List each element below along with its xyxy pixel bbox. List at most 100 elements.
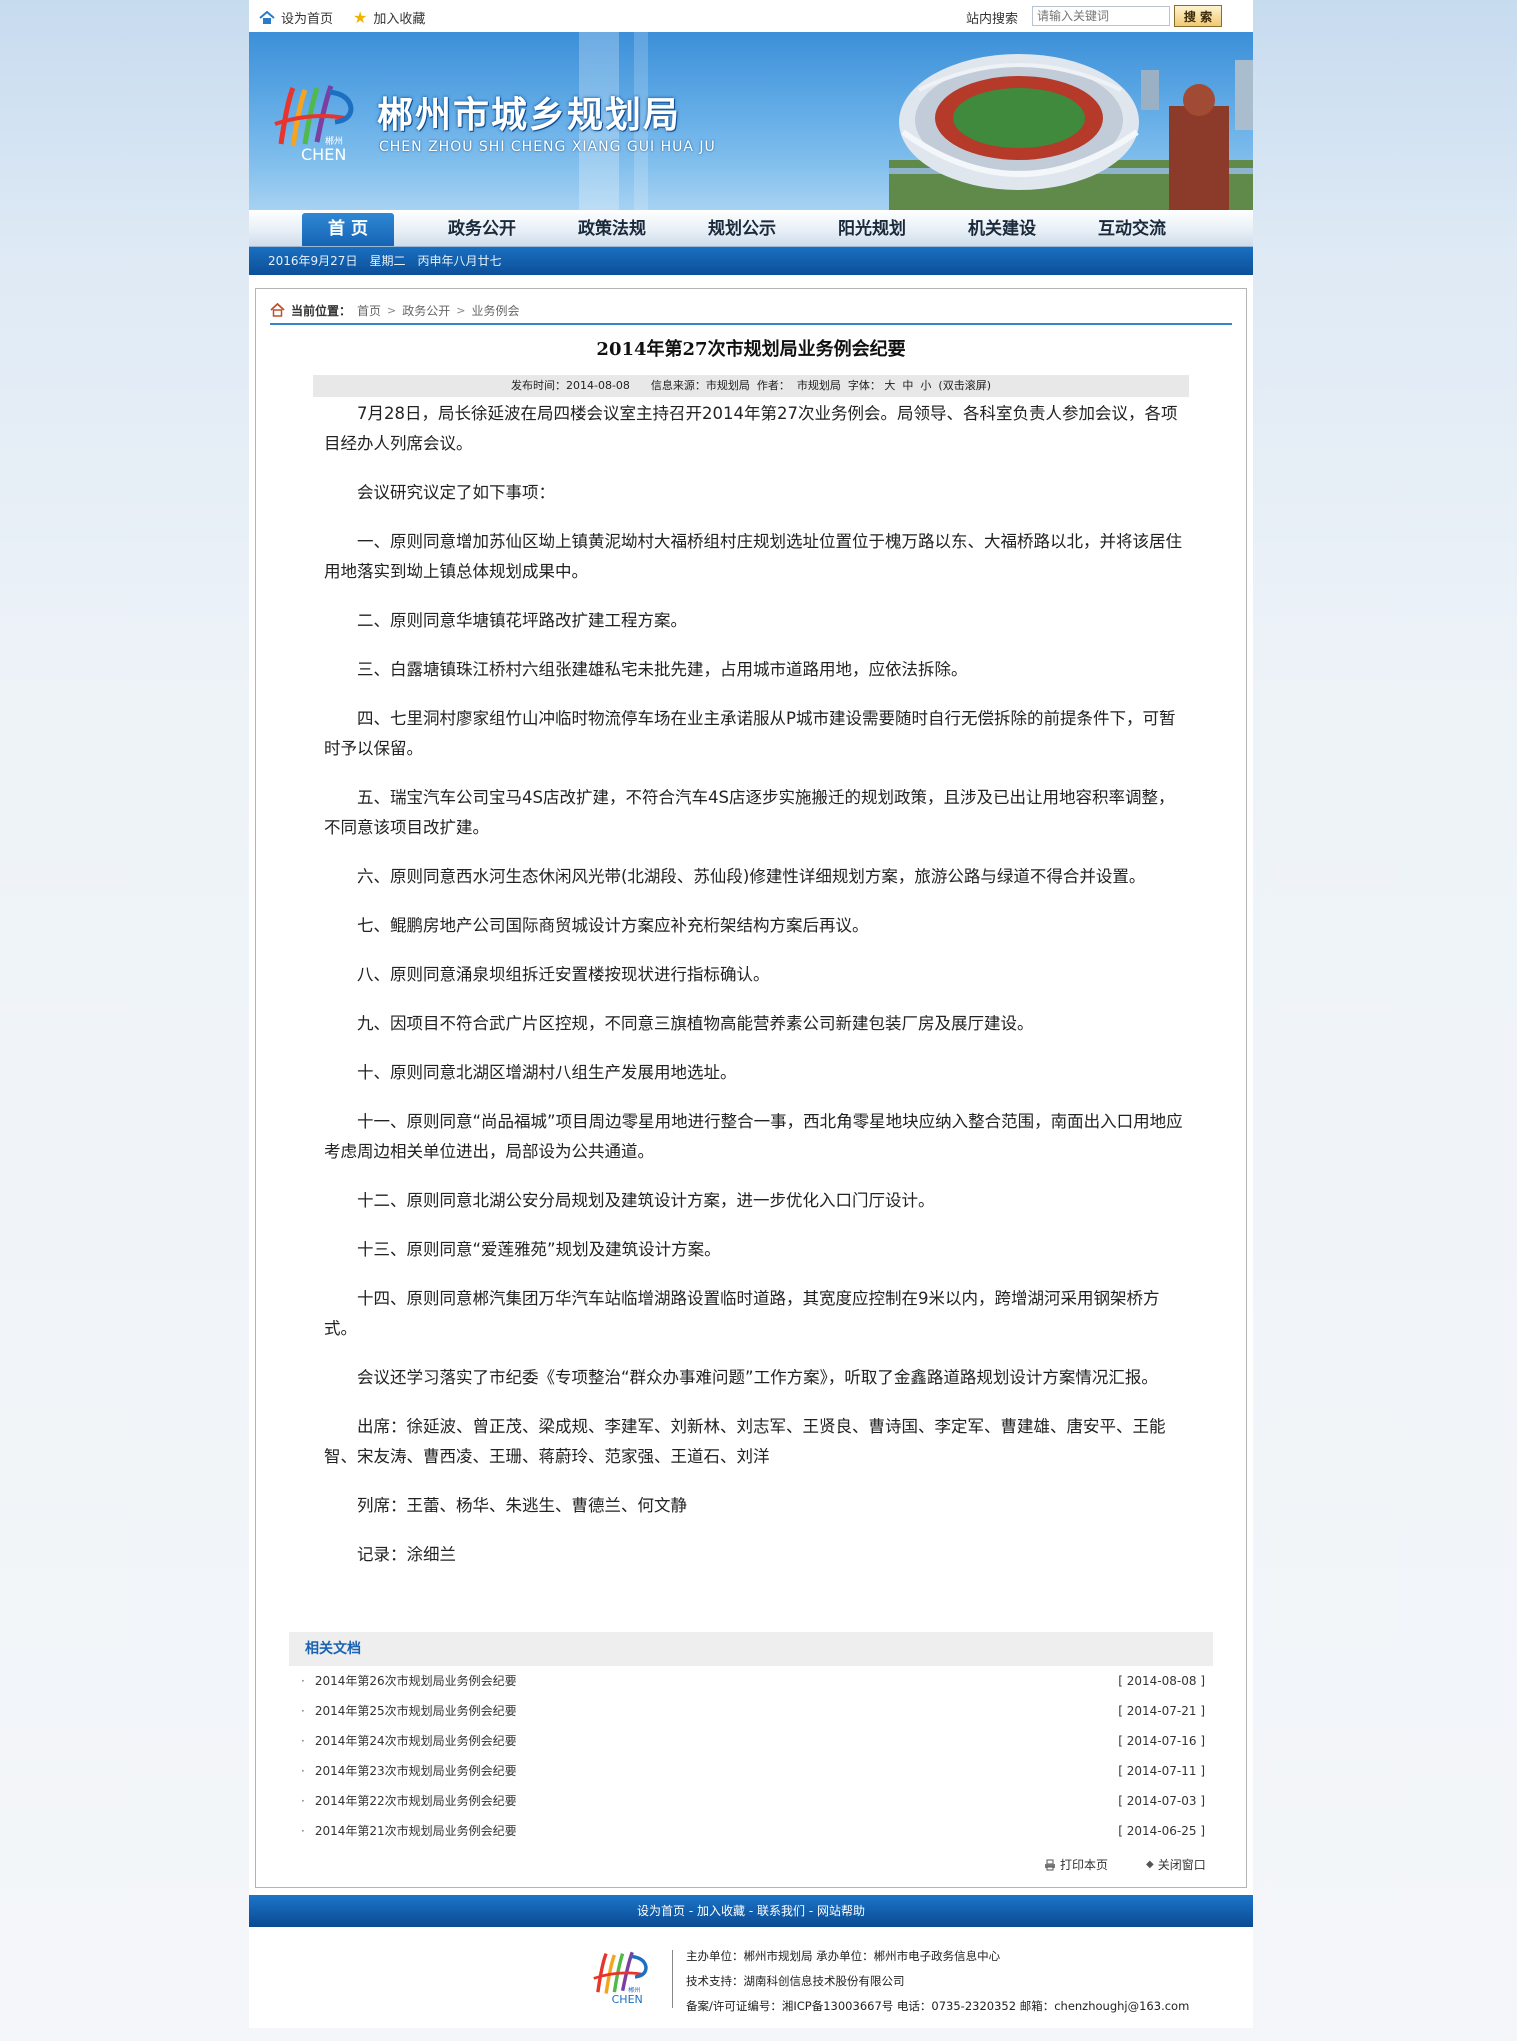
site-logo: 郴州 CHEN: [274, 85, 354, 162]
article-paragraph: 九、因项目不符合武广片区控规，不同意三旗植物高能营养素公司新建包装厂房及展厅建设…: [357, 1014, 1034, 1033]
related-doc-item: 2014年第22次市规划局业务例会纪要 [ 2014-07-03 ]: [289, 1786, 1213, 1816]
add-favorite-link[interactable]: ★ 加入收藏: [353, 8, 425, 27]
logo-latin-text: CHEN: [301, 145, 346, 162]
star-icon: ★: [353, 7, 368, 27]
article-paragraph: 会议研究议定了如下事项：: [357, 483, 555, 502]
chevron-right-icon: >: [387, 303, 397, 317]
footer-contact-link[interactable]: 联系我们: [757, 1904, 805, 1918]
article-paragraph: 十三、原则同意“爱莲雅苑”规划及建筑设计方案。: [357, 1240, 721, 1259]
author-label: 作者：: [756, 379, 790, 392]
related-doc-link[interactable]: 2014年第24次市规划局业务例会纪要: [301, 1726, 517, 1756]
font-size-label: 字体：: [847, 379, 881, 392]
footer-separator: -: [805, 1904, 817, 1918]
related-documents: 相关文档 2014年第26次市规划局业务例会纪要 [ 2014-08-08 ] …: [289, 1632, 1213, 1846]
home-icon: [259, 10, 275, 24]
house-icon: [270, 303, 285, 317]
footer-tech-support: 技术支持：湖南科创信息技术股份有限公司: [686, 1974, 905, 1988]
article-paragraph: 十二、原则同意北湖公安分局规划及建筑设计方案，进一步优化入口门厅设计。: [357, 1191, 935, 1210]
footer-separator: -: [745, 1904, 757, 1918]
nav-government-affairs[interactable]: 政务公开: [436, 210, 528, 246]
article-paragraph: 五、瑞宝汽车公司宝马4S店改扩建，不符合汽车4S店逐步实施搬迁的规划政策，且涉及…: [324, 788, 1175, 837]
related-doc-date: [ 2014-06-25 ]: [1118, 1824, 1205, 1838]
svg-text:CHEN: CHEN: [612, 1993, 643, 2006]
related-doc-item: 2014年第24次市规划局业务例会纪要 [ 2014-07-16 ]: [289, 1726, 1213, 1756]
footer-logo: 郴州 CHEN: [593, 1951, 648, 2006]
date-bar: 2016年9月27日 星期二 丙申年八月廿七: [249, 247, 1253, 275]
search-label: 站内搜索: [966, 12, 1019, 27]
article-paragraph: 出席：徐延波、曾正茂、梁成规、李建军、刘新林、刘志军、王贤良、曹诗国、李定军、曹…: [324, 1417, 1166, 1466]
related-documents-heading: 相关文档: [289, 1632, 1213, 1666]
article-title: 2014年第27次市规划局业务例会纪要: [596, 339, 906, 360]
article-paragraph: 六、原则同意西水河生态休闲风光带(北湖段、苏仙段)修建性详细规划方案，旅游公路与…: [357, 867, 1146, 886]
footer-add-favorite-link[interactable]: 加入收藏: [697, 1904, 745, 1918]
close-window-button[interactable]: ◆ 关闭窗口: [1146, 1856, 1206, 1873]
page: 设为首页 ★ 加入收藏 站内搜索 搜 索 郴州 CHEN 郴州市城乡规划局 CH…: [249, 0, 1253, 2028]
font-large-button[interactable]: 大: [884, 379, 895, 392]
article-paragraph: 会议还学习落实了市纪委《专项整治“群众办事难问题”工作方案》，听取了金鑫路道路规…: [357, 1368, 1158, 1387]
nav-organization[interactable]: 机关建设: [956, 210, 1048, 246]
source-value: 市规划局: [705, 379, 750, 392]
nav-planning-notices[interactable]: 规划公示: [696, 210, 788, 246]
footer-help-link[interactable]: 网站帮助: [817, 1904, 865, 1918]
double-click-scroll-hint: (双击滚屏): [938, 379, 991, 392]
footer-links-bar: 设为首页 - 加入收藏 - 联系我们 - 网站帮助: [249, 1895, 1253, 1927]
article-paragraph: 八、原则同意涌泉坝组拆迁安置楼按现状进行指标确认。: [357, 965, 770, 984]
search-input[interactable]: [1032, 6, 1170, 26]
article-paragraph: 三、白露塘镇珠江桥村六组张建雄私宅未批先建，占用城市道路用地，应依法拆除。: [357, 660, 968, 679]
footer-divider: [672, 1950, 673, 2008]
related-doc-item: 2014年第25次市规划局业务例会纪要 [ 2014-07-21 ]: [289, 1696, 1213, 1726]
printer-icon: [1045, 1859, 1055, 1870]
related-doc-link[interactable]: 2014年第21次市规划局业务例会纪要: [301, 1816, 517, 1846]
related-doc-item: 2014年第26次市规划局业务例会纪要 [ 2014-08-08 ]: [289, 1666, 1213, 1696]
related-doc-item: 2014年第21次市规划局业务例会纪要 [ 2014-06-25 ]: [289, 1816, 1213, 1846]
nav-policies[interactable]: 政策法规: [566, 210, 658, 246]
breadcrumb-government-affairs[interactable]: 政务公开: [402, 302, 450, 319]
related-doc-link[interactable]: 2014年第23次市规划局业务例会纪要: [301, 1756, 517, 1786]
breadcrumb-home[interactable]: 首页: [357, 302, 381, 319]
footer-sponsor: 主办单位：郴州市规划局 承办单位：郴州市电子政务信息中心: [686, 1949, 1001, 1963]
stadium-illustration: [889, 54, 1253, 210]
breadcrumb-business-meetings[interactable]: 业务例会: [471, 302, 519, 319]
nav-interaction[interactable]: 互动交流: [1086, 210, 1178, 246]
print-page-button[interactable]: 打印本页: [1044, 1856, 1108, 1873]
breadcrumb: 当前位置： 首页 > 政务公开 > 业务例会: [270, 297, 1232, 325]
related-doc-link[interactable]: 2014年第25次市规划局业务例会纪要: [301, 1696, 517, 1726]
article-paragraph: 记录：涂细兰: [357, 1545, 456, 1564]
article-paragraph: 列席：王蕾、杨华、朱逃生、曹德兰、何文静: [357, 1496, 687, 1515]
related-doc-item: 2014年第23次市规划局业务例会纪要 [ 2014-07-11 ]: [289, 1756, 1213, 1786]
search-button[interactable]: 搜 索: [1174, 5, 1222, 27]
article-paragraph: 十四、原则同意郴汽集团万华汽车站临增湖路设置临时道路，其宽度应控制在9米以内，跨…: [324, 1289, 1160, 1338]
nav-sunshine-planning[interactable]: 阳光规划: [826, 210, 918, 246]
article-paragraph: 一、原则同意增加苏仙区坳上镇黄泥坳村大福桥组村庄规划选址位置位于槐万路以东、大福…: [324, 532, 1182, 581]
published-date: 2014-08-08: [565, 379, 630, 392]
related-doc-date: [ 2014-07-21 ]: [1118, 1704, 1205, 1718]
site-title: 郴州市城乡规划局: [377, 95, 682, 136]
article-paragraph: 十、原则同意北湖区增湖村八组生产发展用地选址。: [357, 1063, 737, 1082]
related-doc-link[interactable]: 2014年第26次市规划局业务例会纪要: [301, 1666, 517, 1696]
footer-set-homepage-link[interactable]: 设为首页: [637, 1904, 685, 1918]
related-doc-link[interactable]: 2014年第22次市规划局业务例会纪要: [301, 1786, 517, 1816]
footer-separator: -: [685, 1904, 697, 1918]
article-body: 7月28日，局长徐延波在局四楼会议室主持召开2014年第27次业务例会。局领导、…: [324, 399, 1184, 1589]
article-paragraph: 二、原则同意华塘镇花坪路改扩建工程方案。: [357, 611, 687, 630]
set-homepage-link[interactable]: 设为首页: [259, 8, 333, 27]
source-label: 信息来源：: [650, 379, 706, 392]
related-doc-date: [ 2014-07-03 ]: [1118, 1794, 1205, 1808]
related-doc-date: [ 2014-07-16 ]: [1118, 1734, 1205, 1748]
top-utility-bar: 设为首页 ★ 加入收藏 站内搜索 搜 索: [249, 0, 1253, 32]
main-navigation: 首 页 政务公开 政策法规 规划公示 阳光规划 机关建设 互动交流: [249, 210, 1253, 247]
add-favorite-label: 加入收藏: [373, 12, 426, 27]
article-meta-bar: 发布时间：2014-08-08 信息来源：市规划局 作者： 市规划局 字体： 大…: [313, 375, 1189, 397]
nav-home[interactable]: 首 页: [302, 213, 394, 246]
chevron-right-icon: >: [456, 303, 466, 317]
article-paragraph: 十一、原则同意“尚品福城”项目周边零星用地进行整合一事，西北角零星地块应纳入整合…: [324, 1112, 1183, 1161]
font-small-button[interactable]: 小: [920, 379, 931, 392]
related-doc-date: [ 2014-07-11 ]: [1118, 1764, 1205, 1778]
current-date: 2016年9月27日 星期二 丙申年八月廿七: [268, 254, 502, 268]
published-label: 发布时间：: [510, 379, 566, 392]
article-paragraph: 7月28日，局长徐延波在局四楼会议室主持召开2014年第27次业务例会。局领导、…: [324, 404, 1178, 453]
close-window-label: 关闭窗口: [1157, 1858, 1206, 1872]
footer-license: 备案/许可证编号：湘ICP备13003667号 电话：0735-2320352 …: [686, 1999, 1190, 2013]
breadcrumb-label: 当前位置：: [291, 303, 352, 318]
font-medium-button[interactable]: 中: [902, 379, 913, 392]
